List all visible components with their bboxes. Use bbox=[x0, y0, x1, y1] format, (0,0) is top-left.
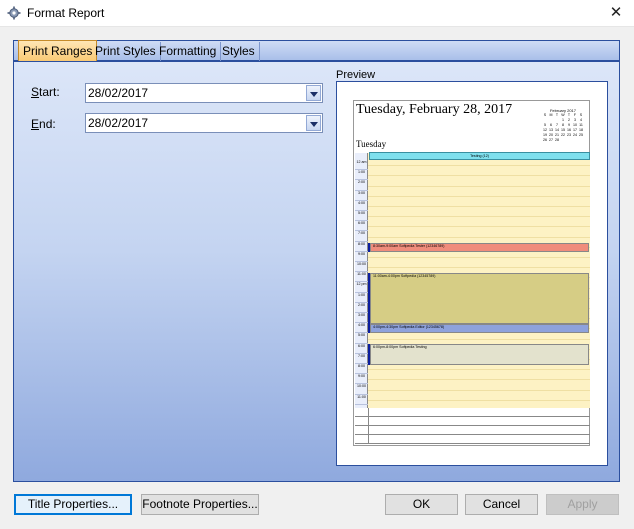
end-date-combo[interactable]: 28/02/2017 bbox=[85, 113, 323, 133]
grid-line bbox=[368, 205, 590, 207]
time-slot-label: 4:00 bbox=[355, 323, 368, 334]
grid-line bbox=[368, 195, 590, 197]
time-slot-label: 12 am bbox=[355, 160, 368, 171]
time-slot-label: 3:00 bbox=[355, 191, 368, 201]
grid-line bbox=[368, 216, 590, 218]
time-slot-label: 9:00 bbox=[355, 374, 368, 385]
appointment-2: 11:00am-4:00pm Softpedia (12345789) bbox=[370, 273, 589, 324]
time-slot-label: 2:00 bbox=[355, 180, 368, 191]
tab-print-ranges[interactable]: Print Ranges bbox=[18, 40, 98, 62]
time-slot-label: 5:00 bbox=[355, 211, 368, 222]
time-slot-label: 9:00 bbox=[355, 252, 368, 262]
grid-line bbox=[368, 165, 590, 167]
time-slot-label: 10:00 bbox=[355, 262, 368, 273]
grid-line bbox=[368, 256, 590, 258]
footnote-properties-button[interactable]: Footnote Properties... bbox=[141, 494, 259, 515]
window-title: Format Report bbox=[27, 6, 105, 20]
start-date-combo[interactable]: 28/02/2017 bbox=[85, 83, 323, 103]
end-date-value: 28/02/2017 bbox=[88, 116, 149, 130]
all-day-event: Testing (12) bbox=[369, 152, 590, 160]
time-slot-label: 7:00 bbox=[355, 354, 368, 364]
tab-print-styles[interactable]: Print Styles bbox=[91, 42, 161, 61]
time-slot-label: 7:00 bbox=[355, 231, 368, 242]
time-slot-label: 11:00 bbox=[355, 272, 368, 283]
time-slot-label: 4:00 bbox=[355, 201, 368, 211]
time-slot-label: 3:00 bbox=[355, 313, 368, 324]
appointment-1: 8:30am-9:00am Softpedia Tester (12346789… bbox=[370, 243, 589, 252]
end-label: End: bbox=[31, 117, 56, 131]
cancel-button[interactable]: Cancel bbox=[465, 494, 538, 515]
preview-date-heading: Tuesday, February 28, 2017 bbox=[356, 102, 513, 117]
mini-calendar: February 2017 S M T W T F S 1 2 3 4 5 6 7 8 9 10 11 12 13 14… bbox=[542, 108, 584, 143]
appointment-3: 4:00pm-4:30pm Softpedia Editor (12345678… bbox=[370, 324, 589, 333]
notes-rows bbox=[355, 408, 590, 444]
time-slot-label: 8:00 bbox=[355, 364, 368, 375]
time-slot-label: 5:00 bbox=[355, 333, 368, 344]
preview-day-name: Tuesday bbox=[356, 139, 387, 149]
grid-line bbox=[368, 389, 590, 391]
grid-line bbox=[368, 236, 590, 238]
tab-strip: Print Ranges Print Styles Formatting Sty… bbox=[13, 40, 620, 62]
ok-button[interactable]: OK bbox=[385, 494, 458, 515]
grid-line bbox=[368, 226, 590, 228]
grid-line bbox=[368, 267, 590, 269]
preview-page: Tuesday, February 28, 2017 February 2017… bbox=[353, 100, 590, 446]
mini-calendar-row: 26 27 28 bbox=[542, 138, 584, 143]
time-slot-label: 1:00 bbox=[355, 293, 368, 303]
time-column: 12 am 1:00 2:00 3:00 4:00 5:00 6:00 7:00 8:00 9:0… bbox=[355, 153, 368, 408]
close-button[interactable]: ✕ bbox=[608, 4, 624, 22]
chevron-down-icon[interactable] bbox=[306, 85, 321, 101]
preview-pane: Tuesday, February 28, 2017 February 2017… bbox=[336, 81, 608, 466]
print-ranges-panel: Start: 28/02/2017 End: 28/02/2017 Previe… bbox=[13, 61, 620, 482]
preview-label: Preview bbox=[336, 69, 376, 81]
grid-line bbox=[368, 175, 590, 177]
tab-formatting[interactable]: Formatting bbox=[155, 42, 222, 61]
title-properties-button[interactable]: Title Properties... bbox=[14, 494, 132, 515]
time-slot-label: 1:00 bbox=[355, 170, 368, 181]
gear-icon bbox=[7, 6, 21, 20]
grid-line bbox=[368, 185, 590, 187]
start-label: Start: bbox=[31, 85, 60, 99]
time-slot-label: 2:00 bbox=[355, 303, 368, 313]
time-slot-label: 6:00 bbox=[355, 344, 368, 354]
apply-button: Apply bbox=[546, 494, 619, 515]
mini-calendar-cell bbox=[578, 138, 584, 143]
day-grid: 12 am 1:00 2:00 3:00 4:00 5:00 6:00 7:00 8:00 9:0… bbox=[355, 152, 590, 408]
grid-line bbox=[368, 379, 590, 381]
tab-styles[interactable]: Styles bbox=[218, 42, 260, 61]
title-bar: Format Report ✕ bbox=[0, 0, 634, 27]
time-slot-label: 12 pm bbox=[355, 282, 368, 293]
time-slot-label: 11:00 bbox=[355, 395, 368, 405]
time-slot-label: 10:00 bbox=[355, 384, 368, 395]
grid-line bbox=[368, 338, 590, 340]
start-date-value: 28/02/2017 bbox=[88, 86, 149, 100]
appointment-4: 6:00pm-8:00pm Softpedia Testing bbox=[370, 344, 589, 365]
grid-line bbox=[368, 399, 590, 401]
time-slot-label: 6:00 bbox=[355, 221, 368, 232]
grid-line bbox=[368, 369, 590, 371]
chevron-down-icon[interactable] bbox=[306, 115, 321, 131]
time-slot-label: 8:00 bbox=[355, 242, 368, 252]
